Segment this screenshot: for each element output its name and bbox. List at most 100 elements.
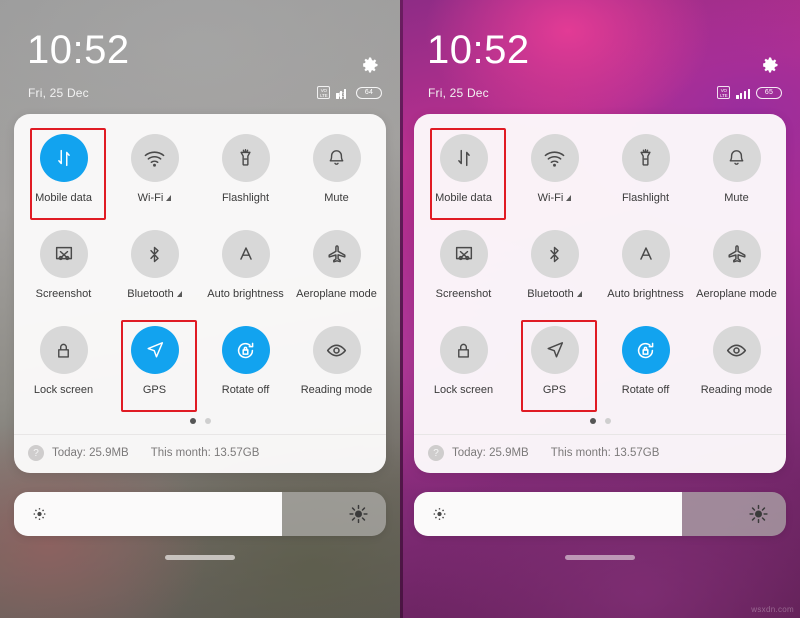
quick-tile-wi-fi[interactable]: Wi-Fi — [509, 126, 600, 222]
page-dot[interactable] — [189, 418, 196, 424]
gps-icon — [130, 326, 179, 374]
quick-tile-screenshot[interactable]: Screenshot — [418, 222, 509, 318]
screenshot-icon — [39, 230, 88, 278]
data-usage-today: Today: 25.9MB — [452, 447, 529, 459]
bluetooth-icon — [130, 230, 179, 278]
lock-icon — [39, 326, 88, 374]
status-header: 10:52 Fri, 25 Dec VO LTE 65 — [400, 0, 800, 118]
quick-tile-reading-mode[interactable]: Reading mode — [691, 318, 782, 414]
quick-tile-label: Reading mode — [701, 384, 773, 396]
quick-tile-screenshot[interactable]: Screenshot — [18, 222, 109, 318]
signal-bar — [736, 95, 739, 99]
quick-tile-label: Reading mode — [301, 384, 373, 396]
quick-tile-flashlight[interactable]: Flashlight — [200, 126, 291, 222]
quick-tile-label: Auto brightness — [207, 288, 283, 300]
airplane-icon — [312, 230, 361, 278]
gear-icon[interactable] — [760, 55, 780, 75]
quick-tile-lock-screen[interactable]: Lock screen — [18, 318, 109, 414]
quick-tile-wi-fi[interactable]: Wi-Fi — [109, 126, 200, 222]
quick-tile-gps[interactable]: GPS — [109, 318, 200, 414]
signal-triangle-icon — [176, 291, 182, 297]
quick-tile-label-text: Flashlight — [221, 192, 270, 204]
volte-icon: VO LTE — [317, 86, 331, 99]
quick-tile-mobile-data[interactable]: Mobile data — [418, 126, 509, 222]
brightness-low-icon — [31, 506, 48, 523]
clock-time: 10:52 — [27, 28, 130, 72]
page-dot[interactable] — [589, 418, 596, 424]
quick-tile-label: Auto brightness — [607, 288, 683, 300]
battery-level-text: 64 — [364, 89, 374, 96]
eye-icon — [712, 326, 761, 374]
quick-tile-label: Flashlight — [622, 192, 669, 204]
screenshot-icon — [439, 230, 488, 278]
quick-tile-flashlight[interactable]: Flashlight — [600, 126, 691, 222]
help-icon[interactable]: ? — [28, 445, 44, 461]
quick-tile-label-text: Auto brightness — [607, 288, 684, 300]
quick-tile-mute[interactable]: Mute — [291, 126, 382, 222]
quick-tile-auto-brightness[interactable]: Auto brightness — [600, 222, 691, 318]
quick-tile-label-text: Auto brightness — [207, 288, 284, 300]
quick-tile-aeroplane-mode[interactable]: Aeroplane mode — [291, 222, 382, 318]
signal-bars-icon: 4G — [336, 86, 350, 99]
quick-tile-label-text: Lock screen — [433, 384, 494, 396]
quick-tile-rotate-off[interactable]: Rotate off — [200, 318, 291, 414]
mobile-data-icon — [439, 134, 488, 182]
data-usage-bar[interactable]: ? Today: 25.9MB This month: 13.57GB — [414, 434, 786, 473]
home-indicator[interactable] — [565, 555, 635, 560]
help-icon[interactable]: ? — [428, 445, 444, 461]
quick-tile-gps[interactable]: GPS — [509, 318, 600, 414]
bell-icon — [712, 134, 761, 182]
quick-tile-label-text: Reading mode — [700, 384, 773, 396]
watermark: wsxdn.com — [751, 605, 794, 614]
signal-triangle-icon — [566, 195, 572, 201]
page-indicator[interactable] — [14, 414, 386, 434]
flashlight-icon — [221, 134, 270, 182]
quick-settings-card: Mobile data Wi-Fi Flashlight Mute Screenshot… — [14, 114, 386, 473]
brightness-slider[interactable] — [414, 492, 786, 536]
signal-triangle-icon — [166, 195, 172, 201]
mobile-data-icon — [39, 134, 88, 182]
page-indicator[interactable] — [414, 414, 786, 434]
battery-indicator: 65 — [756, 86, 782, 99]
quick-tile-label-text: Rotate off — [621, 384, 670, 396]
airplane-icon — [712, 230, 761, 278]
phone-panel-right: 10:52 Fri, 25 Dec VO LTE 65 Mobile data Wi-Fi F… — [400, 0, 800, 618]
quick-tile-label: GPS — [543, 384, 566, 396]
quick-tile-bluetooth[interactable]: Bluetooth — [109, 222, 200, 318]
quick-settings-grid: Mobile data Wi-Fi Flashlight Mute Screenshot… — [414, 120, 786, 414]
signal-bar — [743, 91, 747, 99]
brightness-slider-fill — [14, 492, 282, 536]
quick-tile-mobile-data[interactable]: Mobile data — [18, 126, 109, 222]
gear-icon[interactable] — [360, 55, 380, 75]
signal-bars-icon — [736, 86, 750, 99]
volte-bottom-text: LTE — [320, 92, 328, 98]
quick-tile-reading-mode[interactable]: Reading mode — [291, 318, 382, 414]
quick-tile-aeroplane-mode[interactable]: Aeroplane mode — [691, 222, 782, 318]
bluetooth-icon — [530, 230, 579, 278]
quick-tile-label-text: Mute — [724, 192, 749, 204]
signal-bar — [740, 93, 743, 99]
home-indicator[interactable] — [165, 555, 235, 560]
comparison-screenshot: 10:52 Fri, 25 Dec VO LTE 4G 64 Mobile data Wi-F… — [0, 0, 800, 618]
quick-settings-card: Mobile data Wi-Fi Flashlight Mute Screenshot… — [414, 114, 786, 473]
quick-tile-label-text: Bluetooth — [127, 288, 174, 300]
quick-tile-label: Rotate off — [222, 384, 270, 396]
quick-tile-label-text: Wi-Fi — [137, 192, 164, 204]
data-usage-bar[interactable]: ? Today: 25.9MB This month: 13.57GB — [14, 434, 386, 473]
volte-bottom-text: LTE — [720, 92, 728, 98]
clock-date: Fri, 25 Dec — [428, 86, 489, 100]
page-dot[interactable] — [204, 418, 211, 424]
quick-tile-label: Lock screen — [434, 384, 493, 396]
quick-tile-auto-brightness[interactable]: Auto brightness — [200, 222, 291, 318]
clock-date: Fri, 25 Dec — [28, 86, 89, 100]
gps-icon — [530, 326, 579, 374]
eye-icon — [312, 326, 361, 374]
quick-tile-rotate-off[interactable]: Rotate off — [600, 318, 691, 414]
quick-tile-mute[interactable]: Mute — [691, 126, 782, 222]
quick-tile-label-text: Rotate off — [221, 384, 270, 396]
quick-tile-label: Wi-Fi — [138, 192, 172, 204]
page-dot[interactable] — [604, 418, 611, 424]
brightness-slider[interactable] — [14, 492, 386, 536]
quick-tile-bluetooth[interactable]: Bluetooth — [509, 222, 600, 318]
quick-tile-lock-screen[interactable]: Lock screen — [418, 318, 509, 414]
